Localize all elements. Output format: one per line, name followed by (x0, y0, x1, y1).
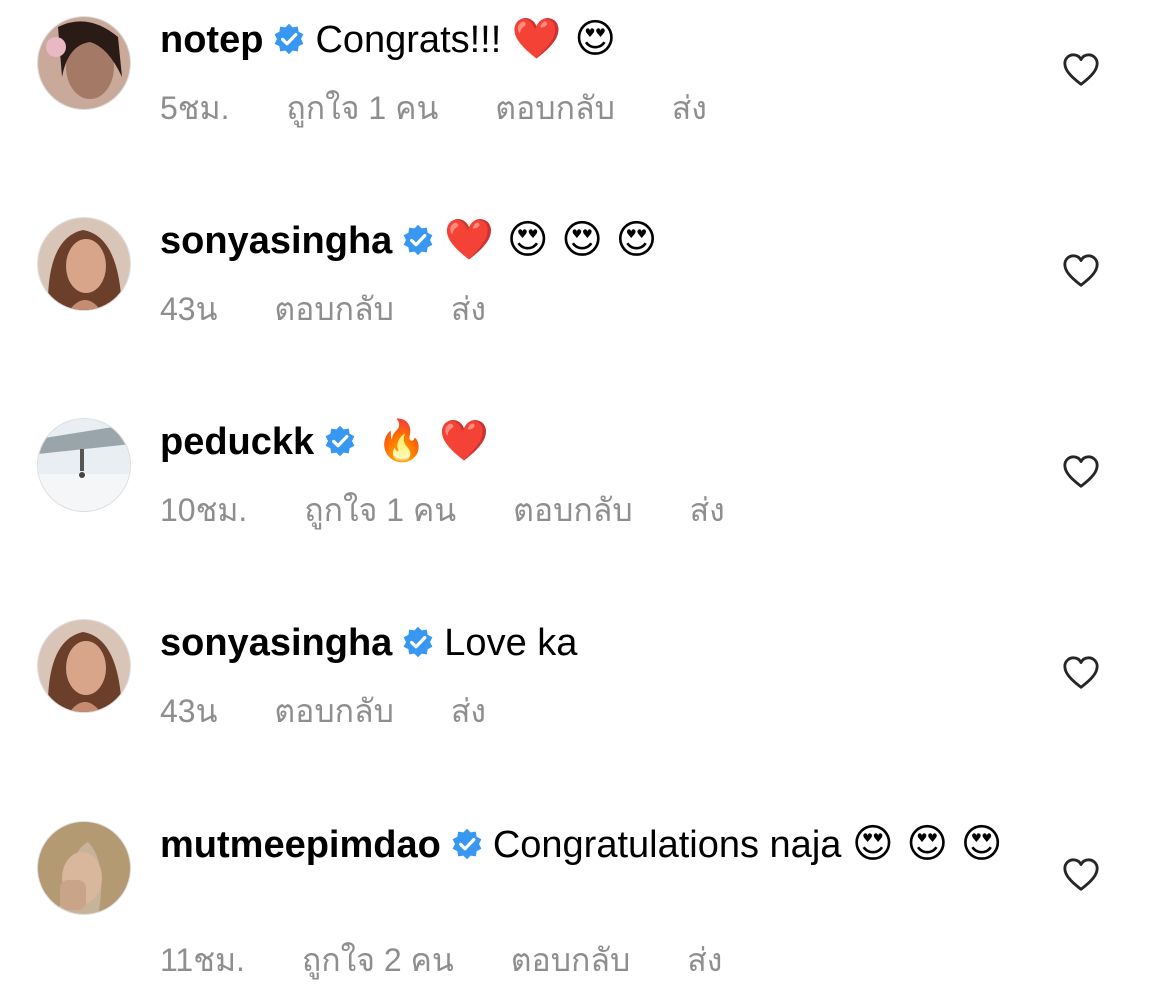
heart-outline-icon[interactable] (1062, 654, 1100, 692)
likes-count-link[interactable]: ถูกใจ 2 คน (302, 942, 454, 978)
comment-text: Love ka (444, 622, 578, 664)
verified-badge-icon (403, 224, 433, 256)
reply-button[interactable]: ตอบกลับ (513, 492, 633, 528)
username-link[interactable]: sonyasingha (160, 622, 392, 664)
reply-button[interactable]: ตอบกลับ (274, 291, 394, 327)
comment-time: 10ชม. (160, 492, 248, 528)
verified-badge-icon (325, 425, 355, 457)
send-button[interactable]: ส่ง (690, 492, 725, 528)
username-link[interactable]: mutmeepimdao (160, 824, 441, 866)
avatar[interactable] (37, 217, 131, 311)
username-link[interactable]: notep (160, 19, 263, 61)
comment-meta: 43น ตอบกลับ ส่ง (160, 691, 534, 731)
avatar[interactable] (37, 821, 131, 915)
heart-outline-icon[interactable] (1062, 252, 1100, 290)
comment-emojis: ❤️ 😍 😍 😍 (444, 217, 658, 263)
heart-outline-icon[interactable] (1062, 51, 1100, 89)
username-link[interactable]: sonyasingha (160, 220, 392, 262)
reply-button[interactable]: ตอบกลับ (511, 942, 631, 978)
heart-outline-icon[interactable] (1062, 856, 1100, 894)
comment-emojis: 😍 😍 😍 (851, 821, 1003, 867)
reply-button[interactable]: ตอบกลับ (274, 693, 394, 729)
comment-emojis: 🔥 ❤️ (376, 418, 490, 464)
comment-meta: 11ชม. ถูกใจ 2 คน ตอบกลับ ส่ง (160, 940, 770, 980)
avatar[interactable] (37, 619, 131, 713)
avatar[interactable] (37, 418, 131, 512)
comment-meta: 5ชม. ถูกใจ 1 คน ตอบกลับ ส่ง (160, 88, 755, 128)
comment-emojis: ❤️ 😍 (511, 16, 617, 62)
verified-badge-icon (403, 626, 433, 658)
verified-badge-icon (275, 23, 304, 55)
comment-time: 43น (160, 291, 218, 327)
comment-time: 5ชม. (160, 90, 230, 126)
likes-count-link[interactable]: ถูกใจ 1 คน (304, 492, 456, 528)
comment-body: mutmeepimdao Congratulations naja 😍 😍 😍 (160, 818, 1050, 871)
username-link[interactable]: peduckk (160, 421, 314, 463)
comment-body: sonyasingha Love ka (160, 616, 1050, 669)
comment-text: Congrats!!! (315, 19, 502, 61)
comment-time: 43น (160, 693, 218, 729)
comment-body: notep Congrats!!! ❤️ 😍 (160, 13, 1050, 66)
send-button[interactable]: ส่ง (672, 90, 707, 126)
heart-outline-icon[interactable] (1062, 453, 1100, 491)
comment-body: sonyasingha ❤️ 😍 😍 😍 (160, 214, 1050, 267)
comment-meta: 10ชม. ถูกใจ 1 คน ตอบกลับ ส่ง (160, 490, 773, 530)
comment-time: 11ชม. (160, 942, 245, 978)
send-button[interactable]: ส่ง (451, 693, 486, 729)
reply-button[interactable]: ตอบกลับ (495, 90, 615, 126)
comment-meta: 43น ตอบกลับ ส่ง (160, 289, 534, 329)
verified-badge-icon (452, 828, 482, 860)
send-button[interactable]: ส่ง (451, 291, 486, 327)
likes-count-link[interactable]: ถูกใจ 1 คน (286, 90, 438, 126)
comment-body: peduckk 🔥 ❤️ (160, 415, 1050, 468)
avatar[interactable] (37, 16, 131, 110)
send-button[interactable]: ส่ง (687, 942, 722, 978)
comment-text: Congratulations naja (492, 824, 842, 866)
